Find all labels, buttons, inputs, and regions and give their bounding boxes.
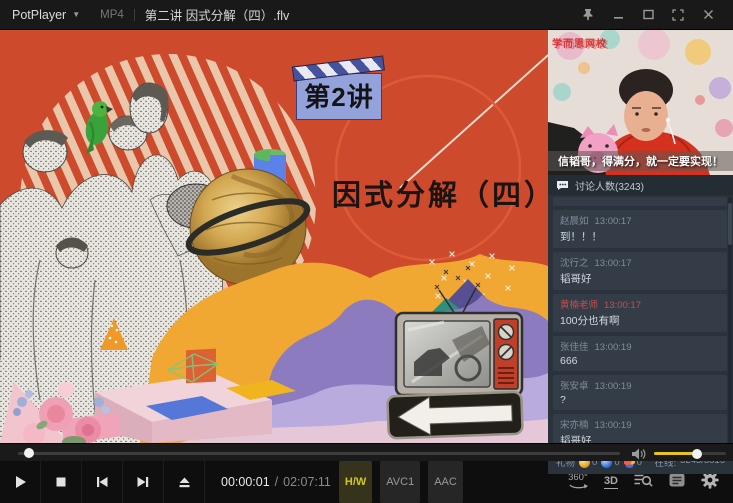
chat-text: ? [560,394,720,406]
chat-panel: 讨论人数(3243) 赵晨如 13:00:17 到！！！ 沈行之 13:00:17 … [548,175,733,474]
play-button[interactable] [0,461,41,503]
lecture-title: 因式分解（四） [332,172,548,214]
window-title: 第二讲 因式分解（四）.flv [145,5,289,24]
chat-text: 到！！！ [560,229,720,244]
chat-message-list: 赵晨如 13:00:17 到！！！ 沈行之 13:00:17 韬哥好 黄楠老师 13:… [548,195,733,452]
chat-bubble-icon [556,180,569,191]
app-menu-button[interactable]: PotPlayer ▼ [12,8,80,22]
chat-text: 100分也有啊 [560,313,720,328]
chat-message: 张安卓 13:00:19 ? [553,375,727,410]
window-controls [573,2,723,28]
next-button[interactable] [123,461,164,503]
volume-knob[interactable] [692,449,702,459]
chat-username: 赵晨如 [560,216,589,227]
skip-back-icon [94,475,110,489]
stop-icon [54,475,68,489]
title-bar: PotPlayer ▼ MP4 第二讲 因式分解（四）.flv [0,0,733,30]
chat-timestamp: 13:00:17 [604,300,641,311]
close-icon [703,9,714,20]
rotate-arrow-icon [567,483,589,491]
eject-icon [177,475,192,489]
chat-username: 张佳佳 [560,342,589,353]
app-name: PotPlayer [12,8,66,22]
chat-username: 黄楠老师 [560,300,598,311]
titlebar-divider [134,9,135,21]
chat-message: 赵晨如 13:00:17 到！！！ [553,210,727,248]
chevron-down-icon: ▼ [72,10,80,19]
chat-timestamp: 13:00:19 [595,381,632,392]
chat-scrollbar[interactable] [728,197,732,450]
arrow-sign [387,392,522,439]
chat-timestamp: 13:00:19 [595,342,632,353]
content-row: 第2讲 因式分解（四） [0,30,733,443]
time-separator: / [275,475,278,489]
channel-watermark: 学而思网校 [552,35,607,50]
lecture-number: 第2讲 [296,73,382,120]
chat-timestamp: 13:00:17 [595,258,632,269]
3d-mode-button[interactable]: 3D [604,475,618,489]
playlist-panel-button[interactable] [668,472,686,493]
play-icon [13,474,28,490]
subtitle-text: 信韬哥，得满分，就一定要实现！ [558,153,723,169]
chat-message: 张佳佳 13:00:19 666 [553,336,727,371]
audio-codec-badge: AAC [428,461,463,503]
chat-header: 讨论人数(3243) [548,175,733,195]
volume-fill [654,452,696,455]
chat-username: 张安卓 [560,381,589,392]
format-badge: MP4 [100,9,124,21]
subtitle-bar: 信韬哥，得满分，就一定要实现！ [548,151,733,171]
stop-button[interactable] [41,461,82,503]
volume-icon[interactable] [631,447,647,465]
previous-button[interactable] [82,461,123,503]
chat-message-clipped [553,197,727,206]
chat-message-teacher: 黄楠老师 13:00:17 100分也有啊 [553,294,727,332]
vr-360-button[interactable]: 360° [567,473,589,491]
chat-participants-label: 讨论人数(3243) [575,178,644,193]
video-display[interactable]: 第2讲 因式分解（四） [0,30,548,443]
chat-message: 沈行之 13:00:17 韬哥好 [553,252,727,290]
pin-icon [582,8,594,21]
fullscreen-button[interactable] [663,2,693,28]
potplayer-window: PotPlayer ▼ MP4 第二讲 因式分解（四）.flv [0,0,733,503]
poster-artwork [0,30,548,443]
seek-knob[interactable] [24,448,34,458]
pin-button[interactable] [573,2,603,28]
volume-slider[interactable] [654,452,726,455]
seek-bar[interactable] [18,452,620,455]
hw-decoder-badge[interactable]: H/W [339,461,372,503]
maximize-button[interactable] [633,2,663,28]
chat-timestamp: 13:00:17 [595,216,632,227]
total-duration: 02:07:11 [283,475,331,489]
chat-scrollbar-thumb[interactable] [728,203,732,245]
close-button[interactable] [693,2,723,28]
time-display: 00:00:01 / 02:07:11 [221,461,331,503]
chat-username: 宋亦楠 [560,420,589,431]
chat-username: 沈行之 [560,258,589,269]
vr-360-label: 360° [568,473,588,483]
skip-forward-icon [135,475,151,489]
chat-text: 666 [560,355,720,367]
minimize-button[interactable] [603,2,633,28]
video-codec-badge: AVC1 [380,461,420,503]
chat-text: 韬哥好 [560,271,720,286]
minimize-icon [613,9,624,20]
eject-button[interactable] [164,461,205,503]
expand-icon [672,9,684,21]
playlist-search-button[interactable] [633,472,653,493]
side-panel: 学而思网校 信韬哥，得满分，就一定要实现！ 讨论人数(3243) [548,30,733,443]
current-time: 00:00:01 [221,475,270,489]
lecture-badge: 第2讲 [296,58,382,120]
chat-timestamp: 13:00:19 [595,420,632,431]
maximize-icon [643,9,654,20]
webcam-view: 学而思网校 信韬哥，得满分，就一定要实现！ [548,30,733,175]
seek-row [0,443,733,461]
